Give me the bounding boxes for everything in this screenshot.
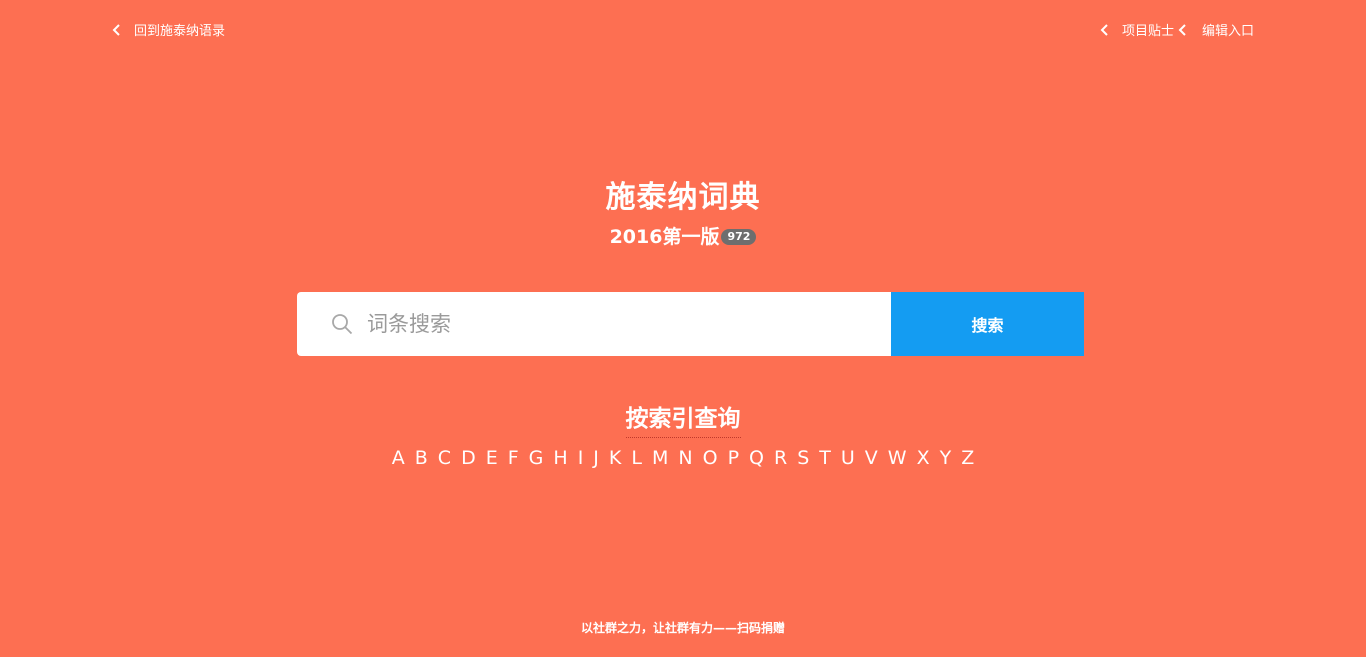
alphabet-index: ABCDEFGHIJKLMNOPQRSTUVWXYZ — [0, 447, 1366, 469]
chevron-left-icon[interactable] — [1098, 23, 1112, 37]
index-heading-text: 按索引查询 — [625, 399, 741, 438]
edition-subtitle: 2016第一版 972 — [0, 222, 1366, 249]
nav-right: 项目贴士 编辑入口 — [1098, 20, 1254, 39]
search-field[interactable] — [297, 292, 891, 356]
index-letter-v[interactable]: V — [860, 447, 883, 469]
index-letter-s[interactable]: S — [792, 447, 814, 469]
chevron-left-icon[interactable] — [1176, 23, 1190, 37]
index-letter-r[interactable]: R — [769, 447, 792, 469]
top-nav: 回到施泰纳语录 项目贴士 编辑入口 — [0, 20, 1366, 40]
project-tips-link[interactable]: 项目贴士 — [1122, 20, 1174, 39]
index-letter-n[interactable]: N — [673, 447, 697, 469]
index-heading: 按索引查询 — [0, 399, 1366, 438]
index-letter-d[interactable]: D — [456, 447, 481, 469]
back-to-quotes-link[interactable]: 回到施泰纳语录 — [134, 20, 225, 39]
index-letter-q[interactable]: Q — [744, 447, 769, 469]
index-letter-b[interactable]: B — [410, 447, 433, 469]
edition-label: 2016第一版 — [609, 226, 720, 248]
index-letter-l[interactable]: L — [626, 447, 647, 469]
index-letter-z[interactable]: Z — [956, 447, 979, 469]
index-letter-y[interactable]: Y — [935, 447, 957, 469]
index-letter-a[interactable]: A — [387, 447, 410, 469]
footer-donate-text[interactable]: 以社群之力，让社群有力——扫码捐赠 — [0, 619, 1366, 636]
index-letter-e[interactable]: E — [481, 447, 503, 469]
chevron-left-icon[interactable] — [110, 23, 124, 37]
index-letter-k[interactable]: K — [604, 447, 626, 469]
search-input[interactable] — [367, 312, 847, 336]
index-letter-f[interactable]: F — [503, 447, 524, 469]
nav-left: 回到施泰纳语录 — [110, 20, 225, 39]
search-bar: 搜索 — [297, 292, 1084, 356]
search-button[interactable]: 搜索 — [891, 292, 1084, 356]
page-title: 施泰纳词典 — [605, 180, 761, 215]
entry-count-badge: 972 — [721, 228, 757, 245]
index-letter-i[interactable]: I — [573, 447, 589, 469]
search-icon — [331, 313, 353, 335]
index-letter-c[interactable]: C — [433, 447, 456, 469]
index-letter-p[interactable]: P — [723, 447, 744, 469]
index-letter-u[interactable]: U — [836, 447, 860, 469]
index-letter-j[interactable]: J — [588, 447, 604, 469]
index-letter-x[interactable]: X — [912, 447, 935, 469]
index-letter-g[interactable]: G — [524, 447, 549, 469]
index-letter-t[interactable]: T — [814, 447, 836, 469]
edit-entry-link[interactable]: 编辑入口 — [1202, 20, 1254, 39]
index-letter-o[interactable]: O — [698, 447, 723, 469]
index-letter-w[interactable]: W — [883, 447, 912, 469]
page: 回到施泰纳语录 项目贴士 编辑入口 施泰纳词典 2016第一版 972 词条搜索… — [0, 0, 1366, 657]
index-letter-h[interactable]: H — [548, 447, 572, 469]
index-letter-m[interactable]: M — [647, 447, 673, 469]
